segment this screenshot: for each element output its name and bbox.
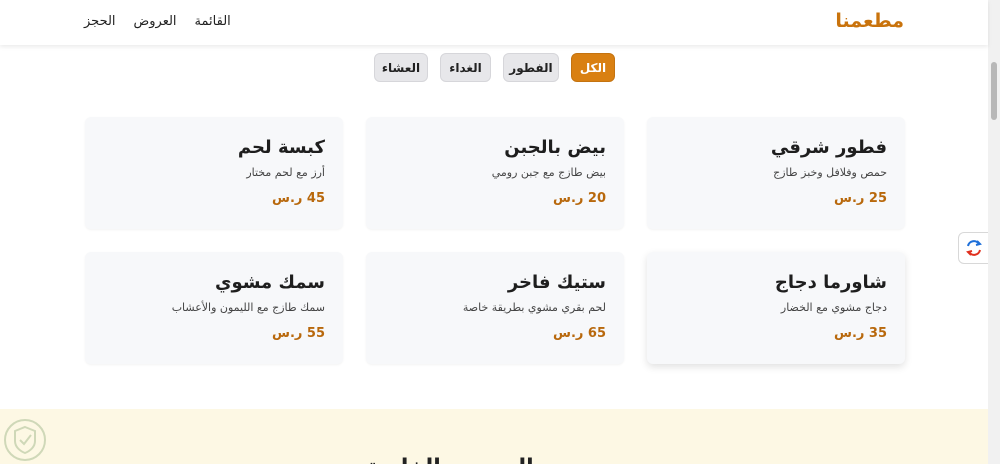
dish-price: 45 ر.س <box>272 191 325 206</box>
dish-price: 25 ر.س <box>834 191 887 206</box>
dish-name: شاورما دجاج <box>774 272 887 293</box>
filter-all-button[interactable]: الكل <box>571 53 615 82</box>
menu-card[interactable]: كبسة لحم أرز مع لحم مختار 45 ر.س <box>85 117 343 229</box>
filter-dinner-button[interactable]: العشاء <box>374 53 428 82</box>
dish-description: سمك طازج مع الليمون والأعشاب <box>171 301 325 314</box>
dish-price: 35 ر.س <box>834 326 887 341</box>
dish-name: فطور شرقي <box>770 137 887 158</box>
brand-logo[interactable]: مطعمنا <box>835 10 904 32</box>
nav-offers-link[interactable]: العروض <box>134 14 177 29</box>
dish-description: أرز مع لحم مختار <box>246 166 325 179</box>
dish-description: لحم بقري مشوي بطريقة خاصة <box>462 301 606 314</box>
menu-card[interactable]: ستيك فاخر لحم بقري مشوي بطريقة خاصة 65 ر… <box>366 252 624 364</box>
dish-name: بيض بالجبن <box>504 137 606 158</box>
filter-breakfast-button[interactable]: الفطور <box>503 53 559 82</box>
menu-card[interactable]: شاورما دجاج دجاج مشوي مع الخضار 35 ر.س <box>647 252 905 364</box>
filter-lunch-button[interactable]: الغداء <box>440 53 491 82</box>
dish-description: بيض طازج مع جبن رومي <box>491 166 606 179</box>
scrollbar-thumb[interactable] <box>991 62 997 120</box>
dish-description: حمص وفلافل وخبز طازج <box>773 166 887 179</box>
menu-card[interactable]: فطور شرقي حمص وفلافل وخبز طازج 25 ر.س <box>647 117 905 229</box>
dish-name: ستيك فاخر <box>507 272 606 293</box>
dish-price: 65 ر.س <box>553 326 606 341</box>
dish-description: دجاج مشوي مع الخضار <box>780 301 887 314</box>
offers-section-title: العروض الخاصة <box>300 455 600 464</box>
nav-menu-link[interactable]: القائمة <box>195 14 231 29</box>
nav-booking-link[interactable]: الحجز <box>84 14 116 29</box>
top-navbar: مطعمنا القائمة العروض الحجز <box>0 0 988 45</box>
dish-price: 55 ر.س <box>272 326 325 341</box>
translate-icon[interactable] <box>958 232 990 264</box>
dish-name: سمك مشوي <box>214 272 325 293</box>
menu-card[interactable]: سمك مشوي سمك طازج مع الليمون والأعشاب 55… <box>85 252 343 364</box>
category-filters: الكل الفطور الغداء العشاء <box>374 53 615 82</box>
shield-logo-icon <box>2 418 48 462</box>
offers-title-text: العروض الخاصة <box>300 455 600 464</box>
dish-price: 20 ر.س <box>553 191 606 206</box>
page-scrollbar[interactable] <box>988 0 1000 464</box>
dish-name: كبسة لحم <box>237 137 325 158</box>
menu-card[interactable]: بيض بالجبن بيض طازج مع جبن رومي 20 ر.س <box>366 117 624 229</box>
main-nav: القائمة العروض الحجز <box>84 14 231 29</box>
